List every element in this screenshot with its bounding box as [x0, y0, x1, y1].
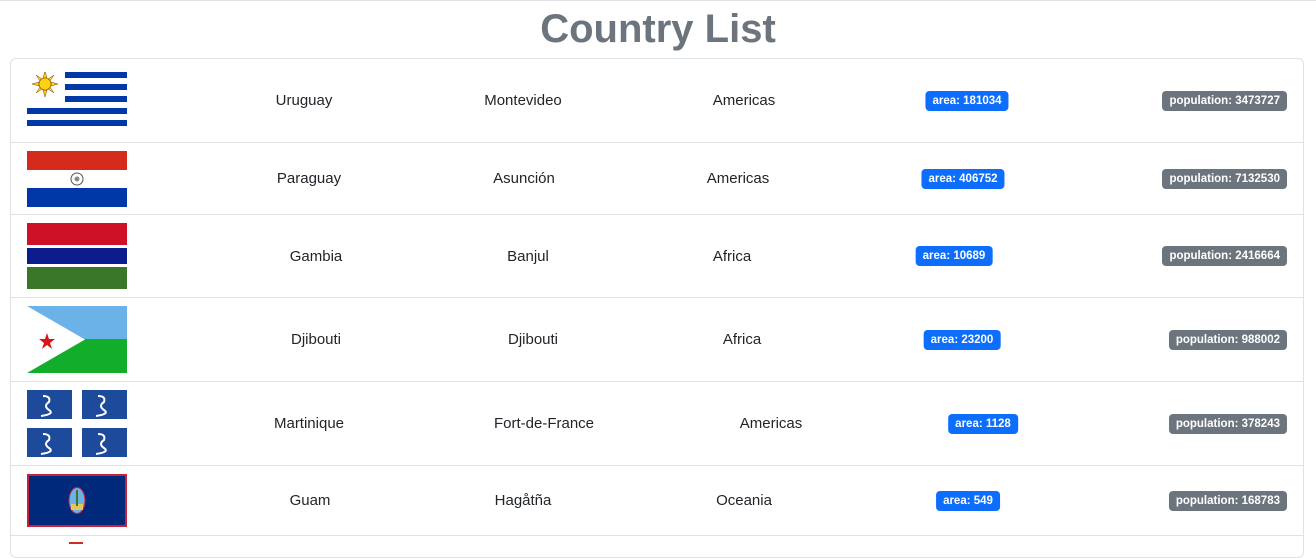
country-name: Uruguay: [275, 92, 333, 109]
country-list: Uruguay Montevideo Americas area: 181034…: [10, 58, 1304, 558]
martinique-flag: [27, 390, 127, 457]
population-badge: population: 168783: [1168, 490, 1287, 511]
country-capital: Hagåtña: [494, 492, 552, 509]
country-capital: Fort-de-France: [493, 415, 595, 432]
country-region: Americas: [706, 170, 770, 187]
country-capital: Asunción: [493, 170, 555, 187]
country-capital: Djibouti: [507, 331, 559, 348]
area-badge: area: 10689: [915, 246, 993, 266]
paraguay-flag: [27, 151, 127, 207]
population-badge: population: 7132530: [1162, 168, 1287, 189]
country-capital: Banjul: [507, 247, 549, 265]
list-item[interactable]: Martinique Fort-de-France Americas area:…: [11, 382, 1303, 466]
country-name: Gambia: [289, 247, 343, 265]
list-item[interactable]: Paraguay Asunción Americas area: 406752 …: [11, 143, 1303, 215]
list-item[interactable]: Djibouti Djibouti Africa area: 23200 pop…: [11, 298, 1303, 382]
country-name: Guam: [289, 492, 331, 509]
country-name: Djibouti: [290, 331, 342, 348]
country-capital: Montevideo: [484, 92, 562, 109]
area-badge: area: 181034: [925, 90, 1009, 111]
area-badge: area: 23200: [923, 329, 1001, 350]
page-title: Country List: [540, 7, 776, 51]
country-name: Paraguay: [276, 170, 342, 187]
top-divider: [0, 0, 1316, 1]
population-badge: population: 988002: [1168, 329, 1287, 350]
country-region: Americas: [739, 415, 803, 432]
country-region: Americas: [712, 92, 776, 109]
flag-partial: [69, 542, 83, 544]
list-item[interactable]: Guam Hagåtña Oceania area: 549 populatio…: [11, 466, 1303, 536]
area-badge: area: 406752: [921, 168, 1005, 189]
country-region: Africa: [712, 247, 752, 265]
gambia-flag: [27, 223, 127, 289]
list-item[interactable]: Uruguay Montevideo Americas area: 181034…: [11, 59, 1303, 143]
population-badge: population: 378243: [1168, 413, 1287, 434]
guam-flag: [27, 474, 127, 527]
country-region: Africa: [722, 331, 762, 348]
area-badge: area: 549: [936, 490, 1000, 511]
area-badge: area: 1128: [948, 413, 1018, 434]
list-item[interactable]: [11, 536, 1303, 557]
country-name: Martinique: [273, 415, 345, 432]
list-item[interactable]: Gambia Banjul Africa area: 10689 populat…: [11, 215, 1303, 298]
population-badge: population: 3473727: [1162, 90, 1287, 111]
country-region: Oceania: [716, 492, 772, 509]
uruguay-flag: [27, 72, 127, 126]
population-badge: population: 2416664: [1162, 246, 1287, 266]
djibouti-flag: [27, 306, 127, 373]
